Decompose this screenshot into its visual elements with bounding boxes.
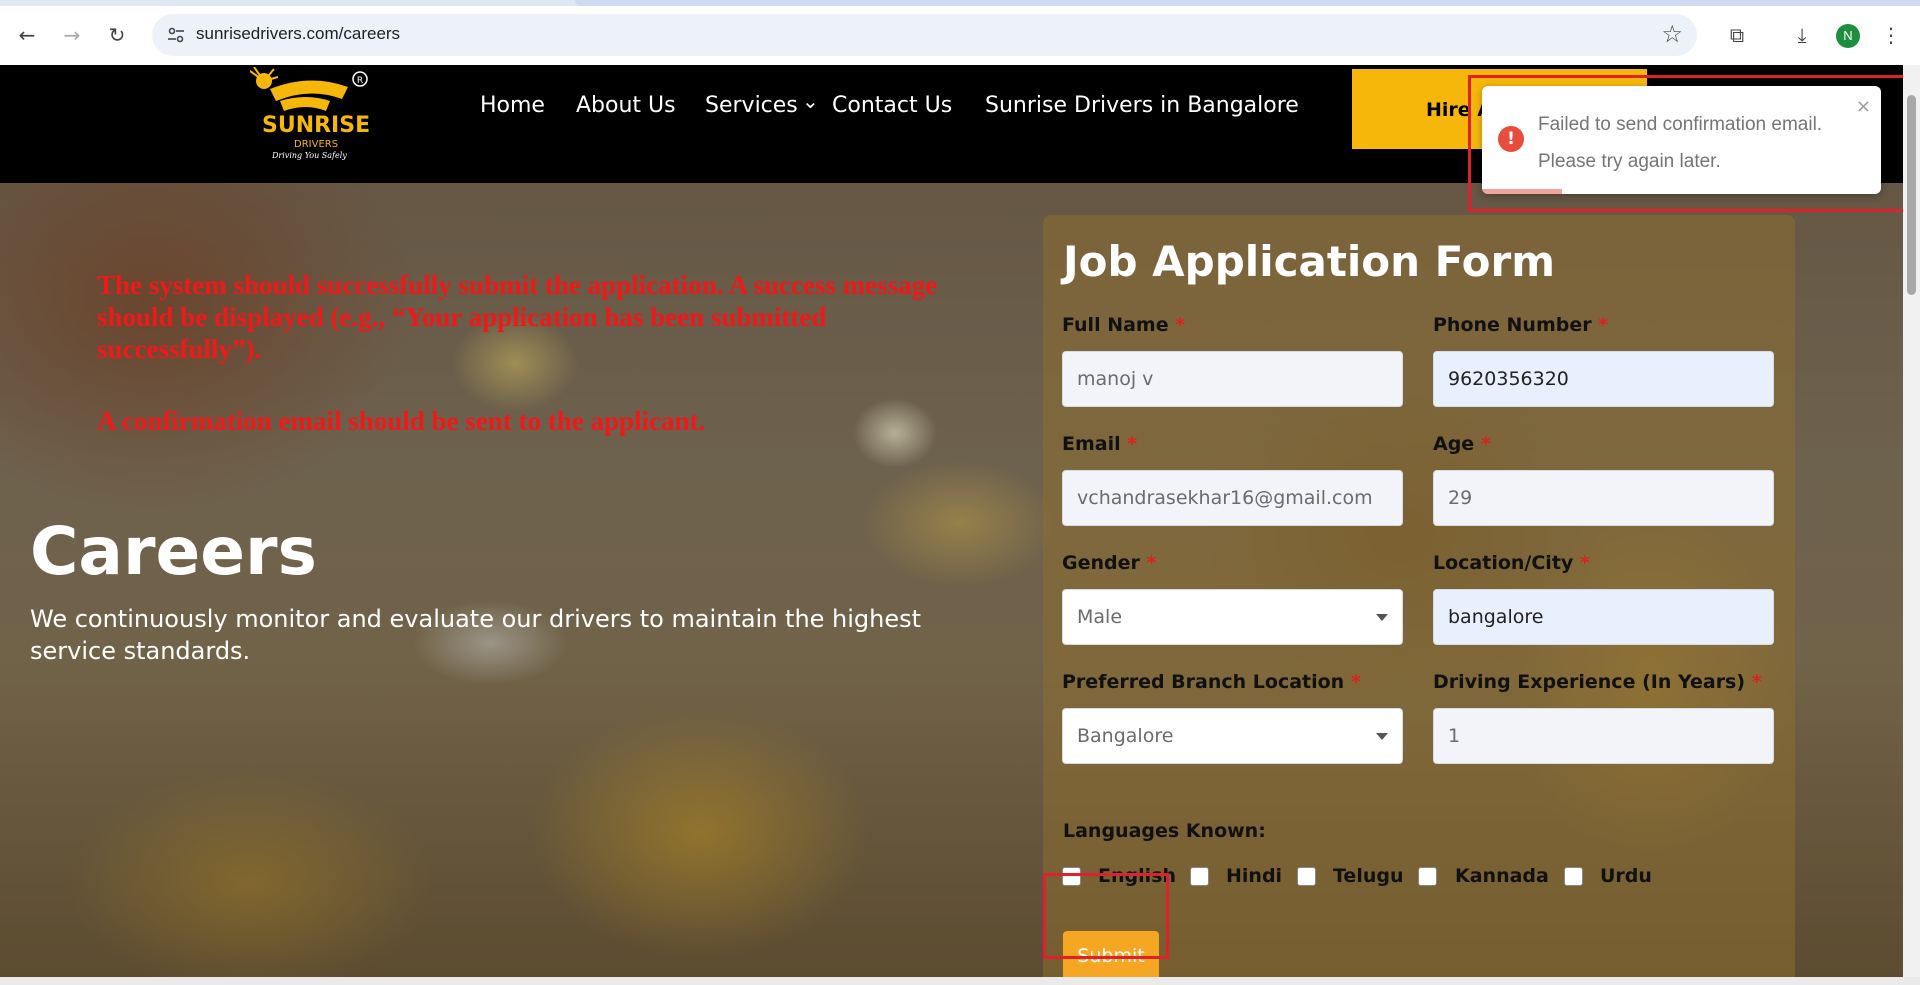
profile-avatar[interactable]: N	[1836, 24, 1860, 48]
checkbox-kannada-label[interactable]: Kannada	[1455, 865, 1549, 887]
checkbox-hindi-label[interactable]: Hindi	[1226, 865, 1282, 887]
bookmark-star-icon[interactable]: ☆	[1661, 20, 1683, 48]
toast-message-line-1: Failed to send confirmation email.	[1538, 114, 1823, 135]
submit-highlight-box	[1043, 873, 1169, 959]
checkbox-kannada[interactable]	[1418, 867, 1437, 886]
checkbox-telugu-label[interactable]: Telugu	[1333, 865, 1404, 887]
branch-select[interactable]: Bangalore	[1062, 708, 1403, 764]
full-name-label: Full Name *	[1062, 314, 1186, 336]
toast-message-line-2: Please try again later.	[1538, 151, 1721, 172]
phone-number-input[interactable]: 9620356320	[1433, 351, 1774, 407]
nav-home[interactable]: Home	[480, 93, 545, 118]
toast-message: Failed to send confirmation email. Pleas…	[1538, 106, 1858, 180]
reload-icon[interactable]: ↻	[102, 20, 132, 50]
email-label: Email *	[1062, 433, 1138, 455]
page-subtitle: We continuously monitor and evaluate our…	[30, 605, 922, 665]
form-title: Job Application Form	[1063, 237, 1556, 286]
svg-text:R: R	[357, 76, 363, 86]
phone-number-label: Phone Number *	[1433, 314, 1609, 336]
experience-input[interactable]: 1	[1433, 708, 1774, 764]
address-bar[interactable]: sunrisedrivers.com/careers ☆	[152, 14, 1697, 56]
age-label: Age *	[1433, 433, 1491, 455]
extensions-icon[interactable]: ⧉	[1722, 20, 1752, 50]
full-name-input[interactable]: manoj v	[1062, 351, 1403, 407]
checkbox-urdu-label[interactable]: Urdu	[1600, 865, 1652, 887]
bottom-strip	[0, 977, 1920, 985]
annotation-line-4: A confirmation email should be sent to t…	[97, 406, 706, 436]
hero-section: The system should successfully submit th…	[0, 183, 1920, 977]
location-label: Location/City *	[1433, 552, 1590, 574]
sunrise-logo[interactable]: R SUNRISE DRIVERS Driving You Safely	[249, 66, 371, 163]
forward-icon[interactable]: →	[57, 20, 87, 50]
download-icon[interactable]: ⤓	[1787, 20, 1817, 50]
logo-tagline: Driving You Safely	[272, 151, 347, 160]
chevron-down-icon[interactable]: ⌄	[802, 89, 819, 113]
branch-label: Preferred Branch Location *	[1062, 671, 1361, 693]
experience-label: Driving Experience (In Years) *	[1433, 671, 1762, 693]
annotation-line-3: successfully”).	[97, 334, 262, 364]
gender-select[interactable]: Male	[1062, 589, 1403, 645]
error-icon: !	[1498, 126, 1524, 152]
job-application-form: Job Application Form Full Name * manoj v…	[1043, 215, 1795, 977]
nav-services[interactable]: Services	[705, 93, 798, 118]
location-input[interactable]: bangalore	[1433, 589, 1774, 645]
checkbox-telugu[interactable]	[1297, 867, 1316, 886]
browser-chrome: ← → ↻ sunrisedrivers.com/careers ☆ ⧉ ⤓ N…	[0, 0, 1920, 65]
email-field[interactable]: vchandrasekhar16@gmail.com	[1062, 470, 1403, 526]
annotation-line-1: The system should successfully submit th…	[97, 270, 938, 300]
error-toast: ! Failed to send confirmation email. Ple…	[1482, 86, 1881, 194]
checkbox-urdu[interactable]	[1564, 867, 1583, 886]
annotation-line-2: should be displayed (e.g., “Your applica…	[97, 302, 827, 332]
gender-label: Gender *	[1062, 552, 1157, 574]
scrollbar-thumb[interactable]	[1907, 95, 1916, 295]
close-icon[interactable]: ×	[1856, 96, 1871, 117]
back-icon[interactable]: ←	[12, 20, 42, 50]
logo-sub: DRIVERS	[294, 139, 339, 150]
tab-strip	[0, 0, 1920, 6]
age-input[interactable]: 29	[1433, 470, 1774, 526]
nav-contact-us[interactable]: Contact Us	[832, 93, 952, 118]
nav-sunrise-bangalore[interactable]: Sunrise Drivers in Bangalore	[985, 93, 1299, 118]
page-title: Careers	[30, 513, 317, 590]
page-scrollbar[interactable]	[1903, 65, 1920, 977]
nav-about-us[interactable]: About Us	[576, 93, 676, 118]
browser-menu-icon[interactable]: ⋮	[1876, 20, 1906, 50]
logo-text: SUNRISE	[262, 113, 371, 138]
languages-label: Languages Known:	[1063, 820, 1266, 842]
checkbox-hindi[interactable]	[1190, 867, 1209, 886]
site-settings-icon[interactable]	[166, 25, 186, 45]
toast-progress-bar	[1482, 189, 1562, 194]
url-text[interactable]: sunrisedrivers.com/careers	[196, 24, 400, 44]
